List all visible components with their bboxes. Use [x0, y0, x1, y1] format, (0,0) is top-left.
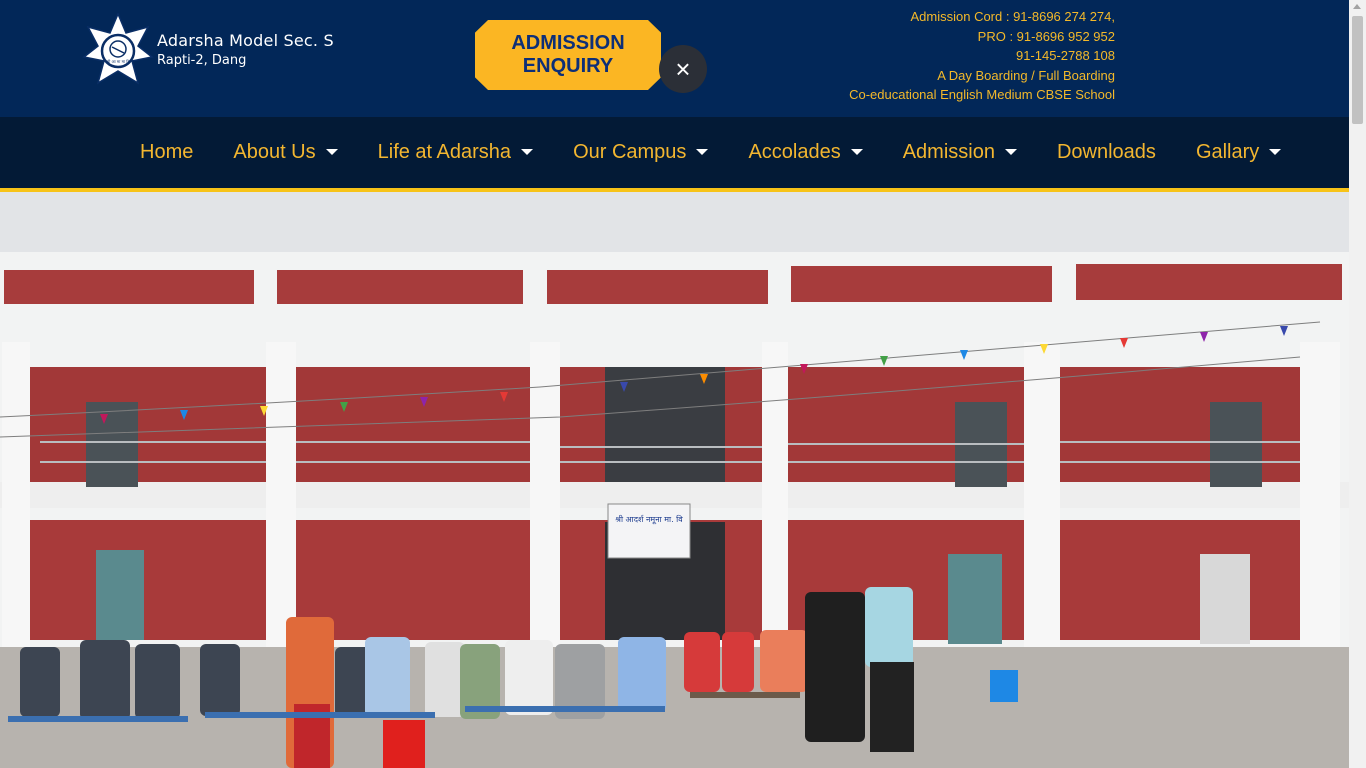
main-nav: Home About Us Life at Adarsha Our Campus…: [0, 117, 1349, 192]
nav-accolades[interactable]: Accolades: [748, 141, 863, 164]
nav-label: Our Campus: [573, 141, 687, 163]
nav-gallary[interactable]: Gallary: [1195, 141, 1282, 164]
caret-down-icon: [521, 148, 534, 155]
nav-home[interactable]: Home: [140, 141, 193, 164]
nav-label: Downloads: [1056, 141, 1156, 163]
logo-text: श्री आ मा मा वि: [106, 59, 130, 64]
contact-school-type: Co-educational English Medium CBSE Schoo…: [849, 87, 1115, 102]
caret-down-icon: [850, 148, 863, 155]
nav-label: Accolades: [748, 141, 841, 163]
school-logo[interactable]: श्री आ मा मा वि: [82, 13, 154, 89]
caret-down-icon: [1004, 148, 1017, 155]
nav-label: Life at Adarsha: [377, 141, 512, 163]
contact-info: Admission Cord : 91-8696 274 274, PRO : …: [849, 7, 1115, 105]
admission-enquiry-button[interactable]: ADMISSION ENQUIRY: [475, 20, 661, 90]
nav-list: Home About Us Life at Adarsha Our Campus…: [140, 117, 1282, 188]
nav-label: About Us: [233, 141, 316, 163]
enquiry-line-1: ADMISSION: [511, 32, 625, 54]
hero-banner-text: श्री आदर्श नमूना मा. वि: [615, 514, 683, 525]
caret-down-icon: [325, 148, 338, 155]
page-scrollbar[interactable]: [1349, 0, 1366, 768]
scroll-up-arrow-icon[interactable]: [1353, 4, 1361, 9]
nav-label: Home: [140, 141, 194, 163]
school-building-photo: श्री आदर्श नमूना मा. वि: [0, 192, 1349, 768]
nav-about-us[interactable]: About Us: [233, 141, 338, 164]
school-name[interactable]: Adarsha Model Sec. S: [157, 31, 334, 50]
nav-downloads[interactable]: Downloads: [1057, 141, 1156, 164]
contact-phone: 91-145-2788 108: [1015, 48, 1115, 63]
contact-pro: PRO : 91-8696 952 952: [977, 28, 1115, 44]
contact-admission: Admission Cord : 91-8696 274 274,: [910, 9, 1115, 24]
contact-boarding: A Day Boarding / Full Boarding: [937, 67, 1115, 83]
nav-label: Admission: [902, 141, 995, 163]
caret-down-icon: [696, 148, 709, 155]
caret-down-icon: [1269, 148, 1282, 155]
nav-life-at-adarsha[interactable]: Life at Adarsha: [377, 141, 534, 164]
hero-image: श्री आदर्श नमूना मा. वि: [0, 192, 1349, 768]
nav-label: Gallary: [1195, 141, 1260, 163]
school-address: Rapti-2, Dang: [157, 53, 247, 68]
scrollbar-thumb[interactable]: [1352, 16, 1363, 124]
nav-our-campus[interactable]: Our Campus: [573, 141, 709, 164]
nav-admission[interactable]: Admission: [903, 141, 1017, 164]
enquiry-line-2: ENQUIRY: [522, 55, 614, 77]
close-icon[interactable]: ×: [659, 45, 707, 93]
site-header: श्री आ मा मा वि Adarsha Model Sec. S Rap…: [0, 0, 1349, 117]
